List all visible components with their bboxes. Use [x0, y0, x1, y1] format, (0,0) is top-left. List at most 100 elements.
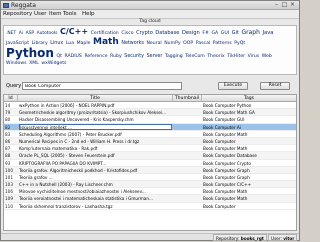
tag-cloud-item[interactable]: Server [147, 54, 163, 59]
cell-thumbnail [173, 160, 201, 167]
tag-cloud-item[interactable]: Lua [66, 41, 74, 46]
cell-title: Iskusstvennyi intellekt ... [18, 124, 172, 131]
column-header-title[interactable]: Title [18, 95, 173, 102]
table-body: 14 wxPython in Action [2006] - NOEL RAPPI… [4, 102, 296, 210]
tag-cloud-item[interactable]: Design [182, 30, 200, 36]
tag-cloud-item[interactable]: Crypto [136, 30, 153, 36]
tag-cloud-item[interactable]: Ruby [110, 54, 122, 59]
tag-cloud-item[interactable]: Networks [121, 41, 144, 46]
cell-id: 80 [5, 117, 11, 123]
table-row[interactable]: 109 Teoriia veroiatnostei i matematichesk… [4, 195, 296, 203]
tag-cloud-item[interactable]: PyQt [234, 41, 245, 46]
cell-thumbnail [173, 138, 201, 145]
tag-cloud-item[interactable]: Math [93, 37, 119, 47]
tag-cloud-item[interactable]: Linux [50, 41, 63, 46]
cell-title: C++ in a Nutshell (2003) - Ray Lischner.… [19, 182, 113, 188]
tag-cloud-item[interactable]: Database [155, 30, 179, 36]
table-row[interactable]: 83 Scheduling Algorithms (2007) - Peter B… [4, 131, 296, 138]
close-icon[interactable]: × [289, 2, 296, 8]
table-row[interactable]: 14 wxPython in Action [2006] - NOEL RAPPI… [4, 102, 296, 110]
tag-cloud-item[interactable]: Tagging [165, 54, 183, 59]
cell-id: 14 [5, 103, 11, 108]
tag-cloud-item[interactable]: Patterns [213, 41, 232, 46]
column-header-tags[interactable]: Tags [202, 95, 296, 102]
menu-item[interactable]: Item [49, 11, 62, 18]
cell-tags: Book Computer Math [203, 196, 248, 202]
table-row[interactable]: 80 Hacker Disassembling Uncovered - Kris … [4, 116, 296, 124]
table-row[interactable]: 101 Teoriia grafov ... Book Computer Graph [4, 174, 296, 182]
table-row[interactable]: 100 Teoriia grafov. Algoritmicheskii podk… [4, 166, 296, 174]
table-row[interactable]: 86 Numerical Recipes in C - 2nd ed - Will… [4, 137, 296, 146]
table-row[interactable]: 93 KRIPTOGRAFIIA PO PAPAGIIA DO KVIMPT...… [4, 160, 296, 167]
tag-cloud-item[interactable]: Security [124, 54, 144, 59]
tag-cloud-item[interactable]: Autotools [37, 31, 58, 36]
table-row[interactable]: 79 Geometricheskie algoritmy (proizvritat… [4, 109, 296, 117]
cell-thumbnail [173, 152, 201, 159]
tag-cloud-item[interactable]: Web [262, 54, 272, 59]
tag-cloud-item[interactable]: Java [262, 30, 273, 36]
execute-button[interactable]: Execute [218, 82, 248, 90]
tag-cloud-item[interactable]: Reference [84, 54, 107, 59]
table-row[interactable]: 87 Komp'iuternaia matematika - Rak.pdf Boo… [4, 145, 296, 153]
tag-cloud-item[interactable]: Python [6, 46, 54, 60]
tag-cloud-item[interactable]: GA [211, 31, 218, 36]
cell-title: Teoriia grafov. Algoritmicheskii podkhod… [19, 167, 138, 173]
cell-tags: Book Computer Math GA [203, 110, 255, 116]
tag-cloud-item[interactable]: JavaScript [6, 41, 29, 46]
tag-cloud-item[interactable]: Virus [248, 54, 260, 59]
menu-repository[interactable]: Repository [3, 11, 32, 18]
menu-user[interactable]: User [34, 11, 47, 18]
table-row[interactable]: 88 Oracle PL_SQL (2005) - Steven Feuerste… [4, 152, 296, 160]
tag-cloud-item[interactable]: Git [232, 30, 239, 36]
status-repository: Repository: books_rgt [213, 234, 267, 241]
cell-id: 88 [5, 153, 11, 159]
tag-cloud-item[interactable]: RADIUS [65, 54, 82, 59]
window-title: Reggata [11, 2, 36, 9]
menu-tools[interactable]: Tools [63, 11, 77, 18]
tag-cloud-item[interactable]: Graph [241, 29, 259, 36]
table-row[interactable]: 110 Teoriia skhemnoi tranzistorov - Laxha… [4, 203, 296, 210]
reset-button[interactable]: Reset [260, 82, 290, 90]
query-input[interactable] [22, 82, 182, 90]
tag-cloud-item[interactable]: F# [202, 31, 209, 36]
tag-cloud-item[interactable]: C/C++ [60, 27, 88, 36]
tag-cloud-item[interactable]: Library [32, 41, 48, 46]
minimize-icon[interactable]: – [273, 2, 280, 8]
menu-help[interactable]: Help [82, 11, 95, 18]
query-bar: Query Execute Reset [1, 81, 299, 91]
tag-cloud-item[interactable]: wxWidgets [41, 61, 66, 66]
cell-title: Numerical Recipes in C - 2nd ed - Willia… [19, 138, 140, 144]
tag-cloud-item[interactable]: Maple [77, 41, 91, 46]
tag-cloud-item[interactable]: Pascal [196, 41, 210, 46]
cell-id: 101 [5, 174, 13, 180]
cell-title: Scheduling Algorithms (2007) - Peter Bru… [19, 131, 122, 137]
cell-id: 83 [5, 131, 11, 137]
tag-cloud-item[interactable]: TikHiter [227, 54, 245, 59]
tag-cloud-item[interactable]: Windows [6, 61, 27, 66]
tag-cloud-item[interactable]: Qt [57, 54, 62, 59]
tag-cloud-item[interactable]: ASP [26, 31, 34, 36]
table-row[interactable]: 103 C++ in a Nutshell (2003) - Ray Lischn… [4, 181, 296, 189]
tag-cloud-item[interactable]: TeleCom [185, 54, 204, 59]
column-header-id[interactable]: Id [4, 95, 18, 102]
tag-cloud-item[interactable]: OOP [183, 41, 193, 46]
table-row[interactable]: 106 Mirovoe vychislitelnoe mestnosti/obia… [4, 188, 296, 196]
cell-title-editor[interactable]: Iskusstvennyi intellekt ... [19, 124, 172, 131]
cell-thumbnail [173, 195, 201, 202]
table-row[interactable]: 82 Iskusstvennyi intellekt ... Book Comput… [4, 123, 296, 131]
maximize-icon[interactable]: □ [281, 2, 288, 8]
tag-cloud-item[interactable]: Neural [147, 41, 162, 46]
tag-cloud-item[interactable]: Theorix [207, 54, 224, 59]
tag-cloud-item[interactable]: NumPy [164, 41, 180, 46]
menu-bar: Repository User Item Tools Help [1, 10, 299, 19]
tag-cloud-item[interactable]: Cisco [121, 31, 133, 36]
cell-title: Teoriia grafov ... [19, 174, 53, 180]
cell-title: Oracle PL_SQL (2005) - Steven Feuerstein… [19, 153, 115, 159]
tag-cloud-item[interactable]: Certification [91, 31, 119, 36]
cell-tags: Book Computer [203, 203, 236, 209]
tag-cloud-item[interactable]: GUI [221, 31, 229, 36]
column-header-thumbnail[interactable]: Thumbnail [173, 95, 202, 102]
tag-cloud-item[interactable]: Ai [19, 31, 23, 36]
tag-cloud-item[interactable]: .NET [6, 31, 16, 36]
tag-cloud-item[interactable]: XML [29, 61, 39, 66]
